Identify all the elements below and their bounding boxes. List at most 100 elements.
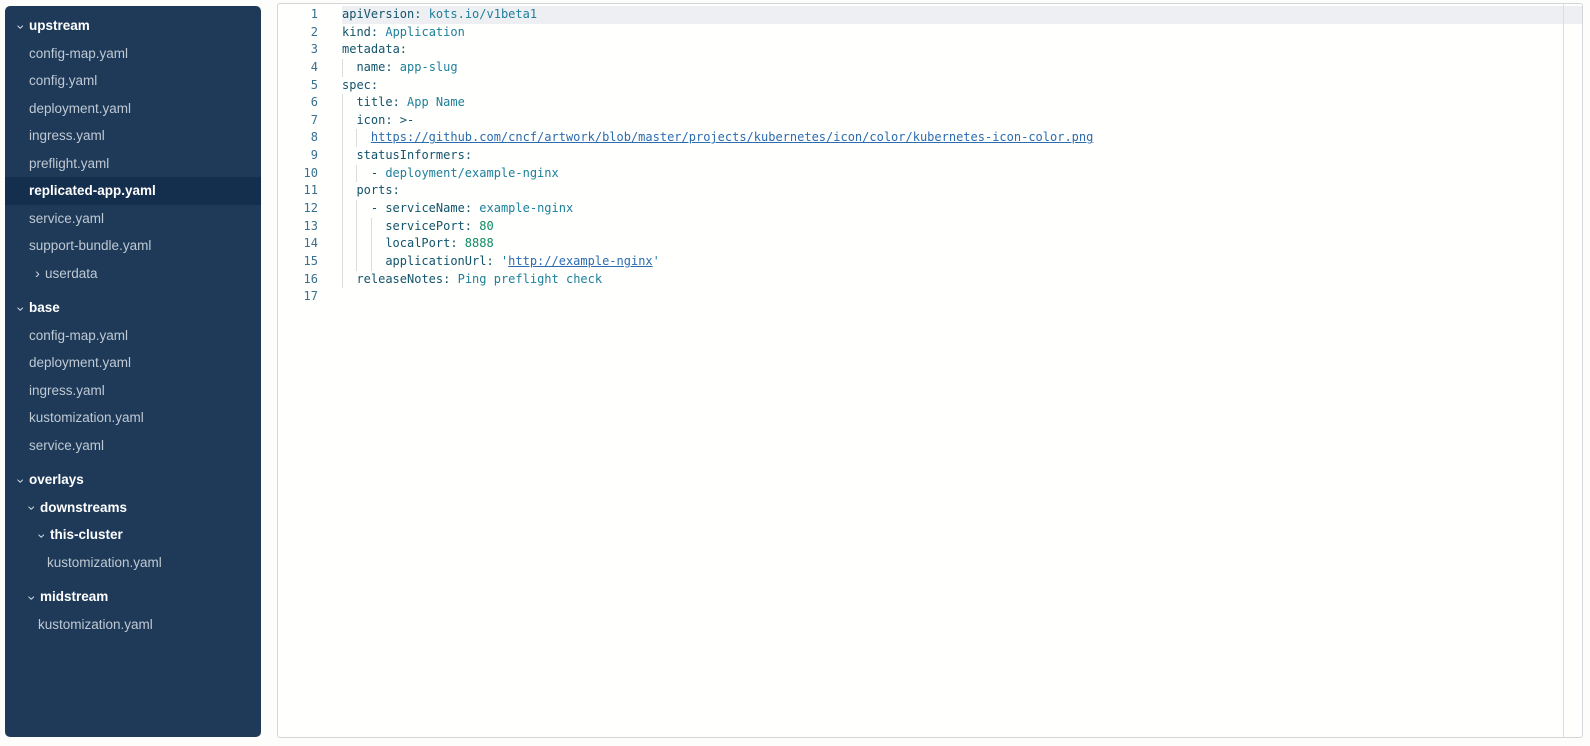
tree-item-upstream[interactable]: ›upstream — [5, 12, 261, 40]
indent-guide — [371, 218, 385, 236]
tree-item-config-map-yaml[interactable]: config-map.yaml — [5, 40, 261, 68]
line-number: 12 — [278, 200, 318, 218]
line-number: 6 — [278, 94, 318, 112]
code-token: releaseNotes — [356, 272, 443, 286]
tree-item-config-yaml[interactable]: config.yaml — [5, 67, 261, 95]
line-number: 5 — [278, 77, 318, 95]
tree-item-ingress-yaml[interactable]: ingress.yaml — [5, 122, 261, 150]
indent-guide — [356, 253, 370, 271]
code-line[interactable]: 12- serviceName: example-nginx — [278, 200, 1582, 218]
tree-item-kustomization-yaml[interactable]: kustomization.yaml — [5, 549, 261, 577]
code-line[interactable]: 3metadata: — [278, 41, 1582, 59]
code-line[interactable]: 14 localPort: 8888 — [278, 235, 1582, 253]
indent-guide — [356, 165, 370, 183]
code-line-content: statusInformers: — [342, 147, 1582, 165]
code-line-content: name: app-slug — [342, 59, 1582, 77]
code-line[interactable]: 7icon: >- — [278, 112, 1582, 130]
tree-item-deployment-yaml[interactable]: deployment.yaml — [5, 349, 261, 377]
code-line[interactable]: 2kind: Application — [278, 24, 1582, 42]
tree-item-this-cluster[interactable]: ›this-cluster — [5, 521, 261, 549]
line-number: 4 — [278, 59, 318, 77]
chevron-down-icon: › — [15, 302, 29, 315]
tree-item-midstream[interactable]: ›midstream — [5, 583, 261, 611]
url-link[interactable]: http://example-nginx — [508, 254, 653, 268]
code-token: : — [385, 60, 399, 74]
tree-item-label: deployment.yaml — [29, 101, 131, 116]
url-link[interactable]: https://github.com/cncf/artwork/blob/mas… — [371, 130, 1093, 144]
code-line[interactable]: 16releaseNotes: Ping preflight check — [278, 271, 1582, 289]
code-token: App Name — [407, 95, 465, 109]
code-token: metadata — [342, 42, 400, 56]
code-token: spec — [342, 78, 371, 92]
code-token: ' — [653, 254, 660, 268]
code-line-content: title: App Name — [342, 94, 1582, 112]
tree-item-base[interactable]: ›base — [5, 294, 261, 322]
indent-guide — [356, 218, 370, 236]
code-line-content: metadata: — [342, 41, 1582, 59]
code-token: statusInformers — [356, 148, 464, 162]
indent-guide — [342, 59, 356, 77]
tree-item-label: ingress.yaml — [29, 383, 105, 398]
code-line[interactable]: 4 name: app-slug — [278, 59, 1582, 77]
indent-guide — [371, 253, 385, 271]
code-line[interactable]: 17 — [278, 288, 1582, 306]
tree-item-overlays[interactable]: ›overlays — [5, 466, 261, 494]
tree-item-label: config-map.yaml — [29, 46, 128, 61]
code-line[interactable]: 11ports: — [278, 182, 1582, 200]
tree-item-label: midstream — [40, 589, 108, 604]
code-token: app-slug — [400, 60, 458, 74]
tree-item-label: kustomization.yaml — [47, 555, 162, 570]
code-area[interactable]: 1apiVersion: kots.io/v1beta12kind: Appli… — [278, 4, 1582, 306]
code-line-content: kind: Application — [342, 24, 1582, 42]
tree-item-service-yaml[interactable]: service.yaml — [5, 432, 261, 460]
code-line[interactable]: 1apiVersion: kots.io/v1beta1 — [278, 6, 1582, 24]
code-token: 80 — [479, 219, 493, 233]
code-line[interactable]: 5 spec: — [278, 77, 1582, 95]
code-token: : — [371, 25, 385, 39]
indent-guide — [342, 147, 356, 165]
tree-item-preflight-yaml[interactable]: preflight.yaml — [5, 150, 261, 178]
indent-guide — [342, 165, 356, 183]
indent-guide — [342, 218, 356, 236]
tree-item-replicated-app-yaml[interactable]: replicated-app.yaml — [5, 177, 261, 205]
chevron-down-icon: › — [26, 502, 40, 515]
code-token: - — [371, 166, 385, 180]
tree-item-label: ingress.yaml — [29, 128, 105, 143]
code-line[interactable]: 9statusInformers: — [278, 147, 1582, 165]
code-line-content: spec: — [342, 77, 1582, 95]
indent-guide — [342, 129, 356, 147]
tree-item-userdata[interactable]: ›userdata — [5, 260, 261, 288]
code-line[interactable]: 6 title: App Name — [278, 94, 1582, 112]
tree-item-label: service.yaml — [29, 438, 104, 453]
code-line[interactable]: 10 - deployment/example-nginx — [278, 165, 1582, 183]
line-number: 10 — [278, 165, 318, 183]
tree-item-config-map-yaml[interactable]: config-map.yaml — [5, 322, 261, 350]
tree-item-label: service.yaml — [29, 211, 104, 226]
code-line-content: apiVersion: kots.io/v1beta1 — [342, 6, 1582, 24]
tree-item-kustomization-yaml[interactable]: kustomization.yaml — [5, 404, 261, 432]
tree-item-kustomization-yaml[interactable]: kustomization.yaml — [5, 611, 261, 639]
code-line-content: - deployment/example-nginx — [342, 165, 1582, 183]
tree-item-support-bundle-yaml[interactable]: support-bundle.yaml — [5, 232, 261, 260]
tree-item-ingress-yaml[interactable]: ingress.yaml — [5, 377, 261, 405]
code-line[interactable]: 8https://github.com/cncf/artwork/blob/ma… — [278, 129, 1582, 147]
code-line[interactable]: 13servicePort: 80 — [278, 218, 1582, 236]
chevron-right-icon: › — [31, 266, 44, 280]
code-line-content: ports: — [342, 182, 1582, 200]
line-number: 17 — [278, 288, 318, 306]
indent-guide — [342, 200, 356, 218]
tree-item-label: base — [29, 300, 60, 315]
code-token: : >- — [385, 113, 414, 127]
tree-item-label: upstream — [29, 18, 90, 33]
tree-item-deployment-yaml[interactable]: deployment.yaml — [5, 95, 261, 123]
code-line-content: applicationUrl: 'http://example-nginx' — [342, 253, 1582, 271]
tree-item-downstreams[interactable]: ›downstreams — [5, 494, 261, 522]
editor-scrollbar[interactable] — [1563, 4, 1582, 737]
line-number: 14 — [278, 235, 318, 253]
tree-item-service-yaml[interactable]: service.yaml — [5, 205, 261, 233]
code-line[interactable]: 15applicationUrl: 'http://example-nginx' — [278, 253, 1582, 271]
code-token: : — [450, 236, 464, 250]
code-token: : — [465, 201, 479, 215]
code-line-content: localPort: 8888 — [342, 235, 1582, 253]
yaml-editor[interactable]: 1apiVersion: kots.io/v1beta12kind: Appli… — [277, 3, 1583, 738]
